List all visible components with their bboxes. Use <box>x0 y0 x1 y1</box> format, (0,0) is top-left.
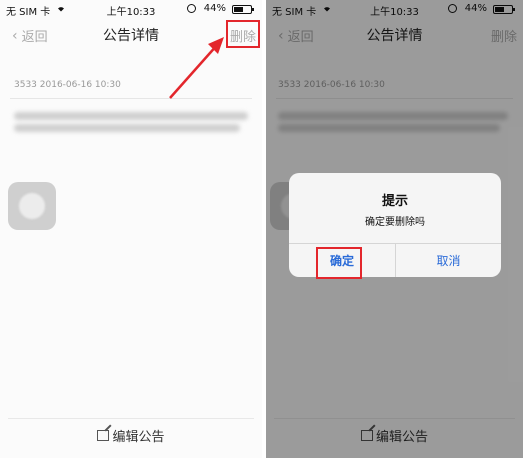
edit-icon <box>97 430 110 441</box>
confirm-highlight-box <box>316 247 362 279</box>
announcement-meta: 3533 2016-06-16 10:30 <box>14 80 121 90</box>
screen-after: 无 SIM 卡 上午10:33 44% ‹ 返回 公告详情 删除 3533 20… <box>266 0 523 458</box>
battery-percent: 44% <box>203 3 226 14</box>
status-bar: 无 SIM 卡 上午10:33 44% <box>0 0 262 18</box>
blurred-content-line <box>14 112 248 120</box>
screen-before: 无 SIM 卡 上午10:33 44% ‹ 返回 公告详情 删除 3533 20… <box>0 0 262 458</box>
page-title: 公告详情 <box>103 28 159 44</box>
battery-icon <box>232 5 254 14</box>
blurred-content-line <box>14 124 240 132</box>
assistive-touch-button[interactable] <box>8 182 56 230</box>
nav-bar: ‹ 返回 公告详情 删除 <box>0 18 262 50</box>
edit-label: 编辑公告 <box>112 430 165 445</box>
delete-highlight-box <box>226 20 260 48</box>
rotation-lock-icon <box>187 4 196 13</box>
content-divider <box>10 98 252 99</box>
dialog-title: 提示 <box>381 194 408 209</box>
dialog-message: 确定要删除吗 <box>365 217 425 228</box>
cancel-button[interactable]: 取消 <box>396 244 501 277</box>
edit-announcement-button[interactable]: 编辑公告 <box>8 418 254 452</box>
